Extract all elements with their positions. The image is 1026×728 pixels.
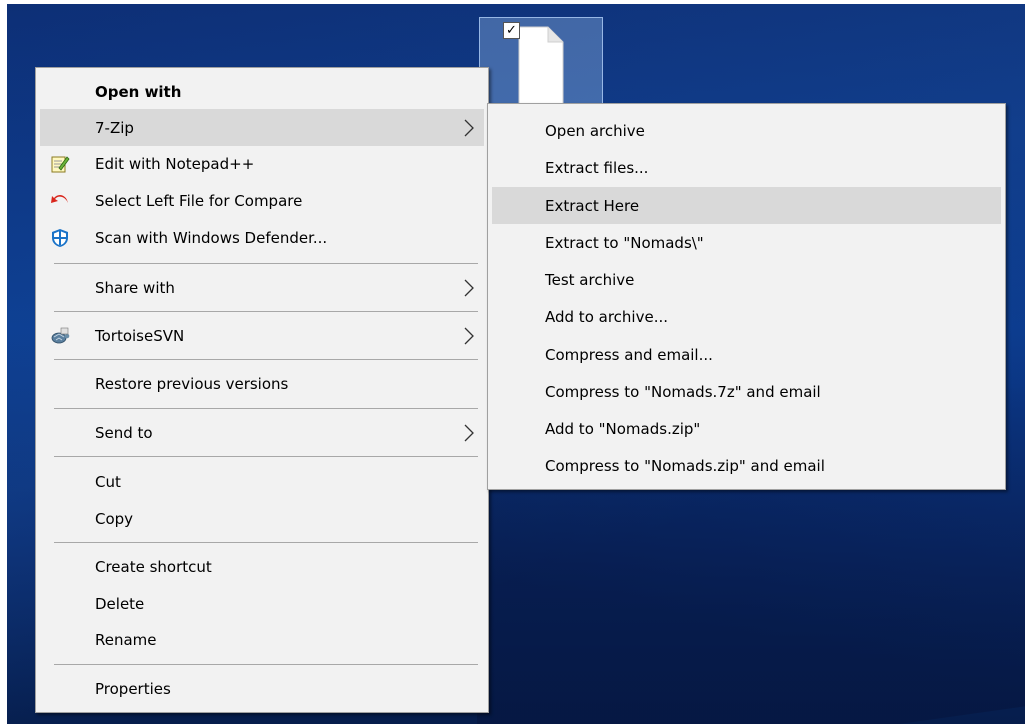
context-menu: Open with 7-Zip Edit with Notepad++ Sele… xyxy=(35,67,489,713)
menu-separator xyxy=(54,311,478,312)
menu-item-select-left-compare[interactable]: Select Left File for Compare xyxy=(36,183,488,218)
submenu-item-compress-7z-email[interactable]: Compress to "Nomads.7z" and email xyxy=(492,374,1001,409)
menu-item-label: Compress to "Nomads.7z" and email xyxy=(545,383,821,401)
selection-checkbox[interactable]: ✓ xyxy=(503,22,520,39)
menu-separator xyxy=(54,408,478,409)
menu-item-cut[interactable]: Cut xyxy=(36,464,488,499)
menu-item-label: Open with xyxy=(95,83,182,101)
menu-item-rename[interactable]: Rename xyxy=(36,622,488,657)
submenu-item-extract-here[interactable]: Extract Here xyxy=(492,187,1001,224)
menu-item-share-with[interactable]: Share with xyxy=(36,270,488,305)
menu-item-label: Create shortcut xyxy=(95,558,212,576)
menu-separator xyxy=(54,359,478,360)
menu-item-edit-notepadpp[interactable]: Edit with Notepad++ xyxy=(36,146,488,181)
menu-item-restore-previous[interactable]: Restore previous versions xyxy=(36,366,488,401)
selected-file[interactable]: ✓ xyxy=(479,17,603,114)
submenu-item-add-to-archive[interactable]: Add to archive... xyxy=(492,299,1001,334)
menu-item-label: Extract files... xyxy=(545,159,649,177)
menu-item-send-to[interactable]: Send to xyxy=(36,415,488,450)
menu-item-label: Scan with Windows Defender... xyxy=(95,229,328,247)
menu-item-label: Extract Here xyxy=(545,197,640,215)
menu-item-label: TortoiseSVN xyxy=(95,327,185,345)
menu-item-label: Test archive xyxy=(545,271,635,289)
menu-item-label: Compress to "Nomads.zip" and email xyxy=(545,457,825,475)
menu-item-properties[interactable]: Properties xyxy=(36,671,488,706)
menu-separator xyxy=(54,542,478,543)
submenu-item-compress-zip-email[interactable]: Compress to "Nomads.zip" and email xyxy=(492,448,1001,483)
menu-item-label: Add to "Nomads.zip" xyxy=(545,420,701,438)
menu-separator xyxy=(54,263,478,264)
menu-item-label: Open archive xyxy=(545,122,645,140)
notepad-plus-plus-icon xyxy=(51,156,70,173)
submenu-arrow-icon xyxy=(464,279,474,297)
menu-item-label: 7-Zip xyxy=(95,119,134,137)
submenu-arrow-icon xyxy=(464,424,474,442)
document-icon xyxy=(518,26,564,106)
menu-item-label: Share with xyxy=(95,279,175,297)
menu-item-scan-defender[interactable]: Scan with Windows Defender... xyxy=(36,220,488,255)
menu-item-delete[interactable]: Delete xyxy=(36,586,488,621)
7zip-submenu: Open archive Extract files... Extract He… xyxy=(487,103,1006,490)
menu-item-7zip[interactable]: 7-Zip xyxy=(40,109,484,146)
menu-item-label: Send to xyxy=(95,424,153,442)
menu-item-label: Restore previous versions xyxy=(95,375,289,393)
menu-item-label: Properties xyxy=(95,680,171,698)
submenu-arrow-icon xyxy=(464,327,474,345)
menu-item-open-with[interactable]: Open with xyxy=(36,74,488,109)
menu-separator xyxy=(54,664,478,665)
submenu-item-extract-files[interactable]: Extract files... xyxy=(492,150,1001,185)
menu-item-label: Select Left File for Compare xyxy=(95,192,303,210)
menu-separator xyxy=(54,456,478,457)
menu-item-label: Rename xyxy=(95,631,157,649)
menu-item-tortoisesvn[interactable]: TortoiseSVN xyxy=(36,318,488,353)
menu-item-label: Compress and email... xyxy=(545,346,713,364)
menu-item-label: Cut xyxy=(95,473,121,491)
compare-arrow-icon xyxy=(51,195,68,203)
menu-item-label: Extract to "Nomads\" xyxy=(545,234,704,252)
menu-item-copy[interactable]: Copy xyxy=(36,501,488,536)
submenu-item-compress-email[interactable]: Compress and email... xyxy=(492,337,1001,372)
menu-item-label: Copy xyxy=(95,510,134,528)
submenu-item-extract-to-folder[interactable]: Extract to "Nomads\" xyxy=(492,225,1001,260)
submenu-arrow-icon xyxy=(464,119,474,137)
submenu-item-test-archive[interactable]: Test archive xyxy=(492,262,1001,297)
windows-defender-shield-icon xyxy=(52,229,68,247)
menu-item-create-shortcut[interactable]: Create shortcut xyxy=(36,549,488,584)
submenu-item-open-archive[interactable]: Open archive xyxy=(492,113,1001,148)
menu-item-label: Edit with Notepad++ xyxy=(95,155,255,173)
menu-item-label: Delete xyxy=(95,595,145,613)
menu-item-label: Add to archive... xyxy=(545,308,668,326)
submenu-item-add-to-zip[interactable]: Add to "Nomads.zip" xyxy=(492,411,1001,446)
tortoisesvn-icon xyxy=(51,327,70,344)
